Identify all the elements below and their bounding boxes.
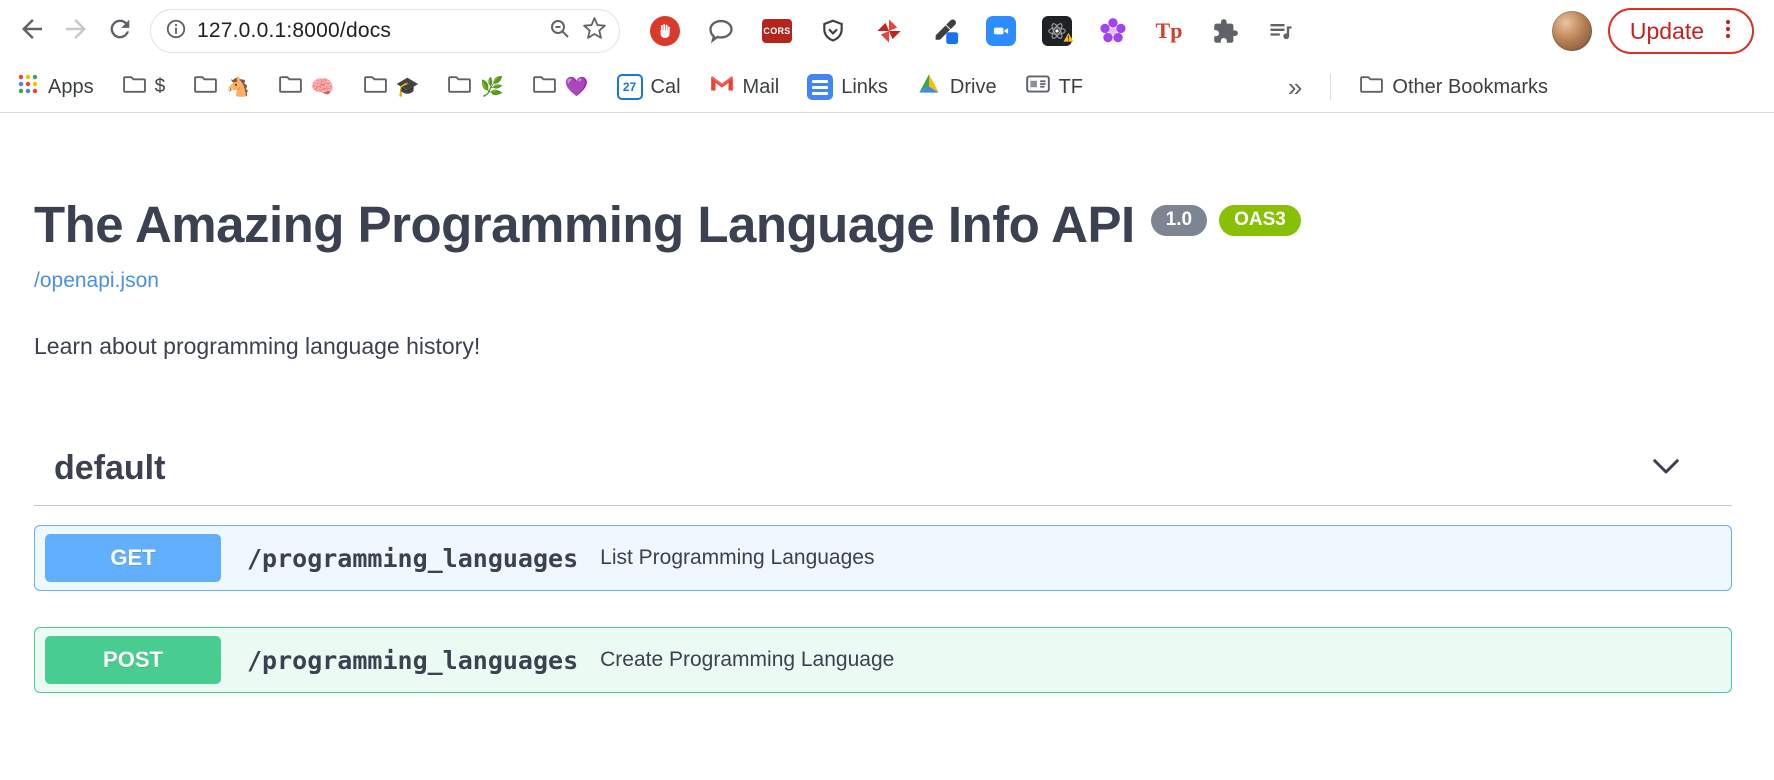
- update-label: Update: [1630, 18, 1704, 45]
- calendar-icon: 27: [617, 74, 643, 100]
- cors-extension-icon[interactable]: CORS: [762, 16, 792, 46]
- atom-extension-icon[interactable]: [1042, 16, 1072, 46]
- gmail-icon: [709, 71, 735, 103]
- endpoint-path: /programming_languages: [247, 544, 578, 573]
- chevron-down-icon[interactable]: [1648, 448, 1684, 489]
- zoom-icon[interactable]: [548, 17, 572, 46]
- http-method-badge: GET: [45, 534, 221, 582]
- version-badge: 1.0: [1151, 205, 1207, 236]
- folder-icon: [193, 72, 218, 103]
- bookmark-label: Drive: [950, 76, 997, 99]
- apps-grid-icon: [16, 72, 40, 102]
- profile-avatar[interactable]: [1552, 11, 1592, 51]
- bookmark-label: Mail: [743, 76, 780, 99]
- bookmarks-bar: Apps $ 🐴 🧠 🎓 🌿 💜 27 Cal Mail Links: [0, 62, 1774, 113]
- folder-icon: [122, 72, 147, 103]
- bookmark-folder-horse[interactable]: 🐴: [193, 72, 250, 103]
- pinwheel-extension-icon[interactable]: [874, 16, 904, 46]
- bookmark-label: 🌿: [480, 75, 504, 99]
- reload-icon: [106, 15, 134, 48]
- shield-extension-icon[interactable]: [818, 16, 848, 46]
- endpoint-post-programming-languages[interactable]: POST /programming_languages Create Progr…: [34, 627, 1732, 693]
- kebab-menu-icon[interactable]: [1716, 17, 1740, 46]
- bookmark-label: 💜: [565, 75, 589, 99]
- bookmark-label: 🎓: [396, 75, 420, 99]
- playlist-extension-icon[interactable]: [1266, 16, 1296, 46]
- folder-icon: [278, 72, 303, 103]
- stop-hand-extension-icon[interactable]: [650, 16, 680, 46]
- bookmark-label: 🧠: [311, 75, 335, 99]
- tag-section-default: default GET /programming_languages List …: [34, 448, 1732, 693]
- bookmark-star-icon[interactable]: [582, 16, 607, 46]
- page-title: The Amazing Programming Language Info AP…: [34, 197, 1135, 253]
- reload-button[interactable]: [98, 9, 142, 53]
- bookmark-folder-herb[interactable]: 🌿: [447, 72, 504, 103]
- update-button[interactable]: Update: [1608, 8, 1754, 54]
- folder-icon: [363, 72, 388, 103]
- puzzle-extensions-icon[interactable]: [1210, 16, 1240, 46]
- bookmark-links[interactable]: Links: [807, 74, 888, 100]
- bookmark-label: 🐴: [226, 75, 250, 99]
- bookmark-folder-money[interactable]: $: [122, 72, 166, 103]
- card-icon: [1025, 71, 1051, 103]
- bookmark-tf[interactable]: TF: [1025, 71, 1083, 103]
- bookmark-label: $: [155, 76, 166, 98]
- site-info-icon[interactable]: [165, 18, 187, 45]
- tag-name: default: [54, 449, 165, 488]
- api-description: Learn about programming language history…: [34, 333, 1732, 360]
- bookmark-folder-heart[interactable]: 💜: [532, 72, 589, 103]
- url-text[interactable]: 127.0.0.1:8000/docs: [197, 19, 538, 43]
- http-method-badge: POST: [45, 636, 221, 684]
- forward-icon: [61, 14, 91, 49]
- swagger-ui: The Amazing Programming Language Info AP…: [0, 113, 1774, 693]
- bookmark-calendar[interactable]: 27 Cal: [617, 74, 681, 100]
- cors-label: CORS: [762, 19, 792, 43]
- drive-icon: [916, 71, 942, 103]
- bookmark-label: TF: [1059, 76, 1083, 99]
- bookmark-label: Cal: [651, 76, 681, 99]
- folder-icon: [532, 72, 557, 103]
- bookmark-folder-brain[interactable]: 🧠: [278, 72, 335, 103]
- endpoint-get-programming-languages[interactable]: GET /programming_languages List Programm…: [34, 525, 1732, 591]
- chat-bubble-extension-icon[interactable]: [706, 16, 736, 46]
- bookmark-folder-school[interactable]: 🎓: [363, 72, 420, 103]
- folder-icon: [447, 72, 472, 103]
- forward-button[interactable]: [54, 9, 98, 53]
- address-bar[interactable]: 127.0.0.1:8000/docs: [150, 9, 620, 53]
- other-bookmarks[interactable]: Other Bookmarks: [1359, 72, 1548, 103]
- warning-badge-icon: [1063, 30, 1074, 48]
- bookmark-label: Apps: [48, 76, 94, 99]
- oas3-badge: OAS3: [1219, 205, 1301, 236]
- folder-icon: [1359, 72, 1384, 103]
- links-icon: [807, 74, 833, 100]
- bookmark-label: Links: [841, 76, 888, 99]
- endpoint-summary: List Programming Languages: [600, 546, 874, 570]
- back-button[interactable]: [10, 9, 54, 53]
- purple-flower-extension-icon[interactable]: [1098, 16, 1128, 46]
- bookmarks-overflow-chevron[interactable]: »: [1288, 72, 1302, 103]
- endpoint-summary: Create Programming Language: [600, 648, 894, 672]
- bookmark-apps[interactable]: Apps: [16, 72, 94, 102]
- back-icon: [17, 14, 47, 49]
- bookmark-drive[interactable]: Drive: [916, 71, 997, 103]
- zoom-camera-extension-icon[interactable]: [986, 16, 1016, 46]
- tp-extension-icon[interactable]: Tp: [1154, 16, 1184, 46]
- tag-header[interactable]: default: [34, 448, 1732, 506]
- openapi-spec-link[interactable]: /openapi.json: [34, 269, 159, 293]
- extensions-row: CORS Tp: [650, 16, 1296, 46]
- tp-label: Tp: [1156, 18, 1183, 44]
- eyedropper-extension-icon[interactable]: [930, 16, 960, 46]
- bookmarks-divider: [1330, 74, 1331, 100]
- bookmark-mail[interactable]: Mail: [709, 71, 780, 103]
- browser-toolbar: 127.0.0.1:8000/docs CORS: [0, 0, 1774, 62]
- api-header: The Amazing Programming Language Info AP…: [34, 197, 1732, 253]
- endpoint-path: /programming_languages: [247, 646, 578, 675]
- bookmark-label: Other Bookmarks: [1392, 76, 1548, 99]
